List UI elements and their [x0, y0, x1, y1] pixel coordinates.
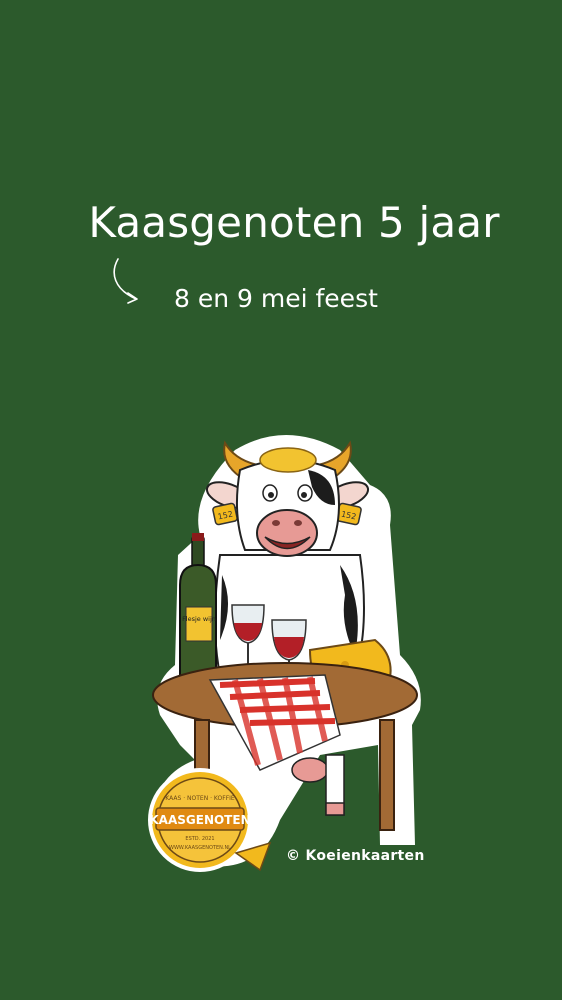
curly-hair — [259, 447, 317, 473]
copyright-notice: © Koeienkaarten — [286, 848, 425, 864]
left-ear-tag: 152 — [212, 502, 238, 526]
curved-arrow-icon — [113, 258, 138, 304]
story-page: Kaasgenoten 5 jaar 8 en 9 mei feest 152 … — [0, 0, 562, 1000]
svg-text:ESTD. 2021: ESTD. 2021 — [185, 836, 214, 842]
svg-text:Flesje wijn: Flesje wijn — [182, 615, 216, 623]
page-title: Kaasgenoten 5 jaar — [88, 198, 500, 247]
svg-text:KAAS · NOTEN · KOFFIE: KAAS · NOTEN · KOFFIE — [165, 795, 235, 802]
right-ear-tag: 152 — [336, 502, 362, 526]
svg-text:WWW.KAASGENOTEN.NL: WWW.KAASGENOTEN.NL — [169, 845, 231, 851]
svg-text:KAASGENOTEN: KAASGENOTEN — [149, 813, 250, 827]
event-dates: 8 en 9 mei feest — [174, 284, 378, 313]
cow-illustration: 152 152 Flesje wijn KAASGENOTEN KAAS · N… — [148, 435, 421, 872]
